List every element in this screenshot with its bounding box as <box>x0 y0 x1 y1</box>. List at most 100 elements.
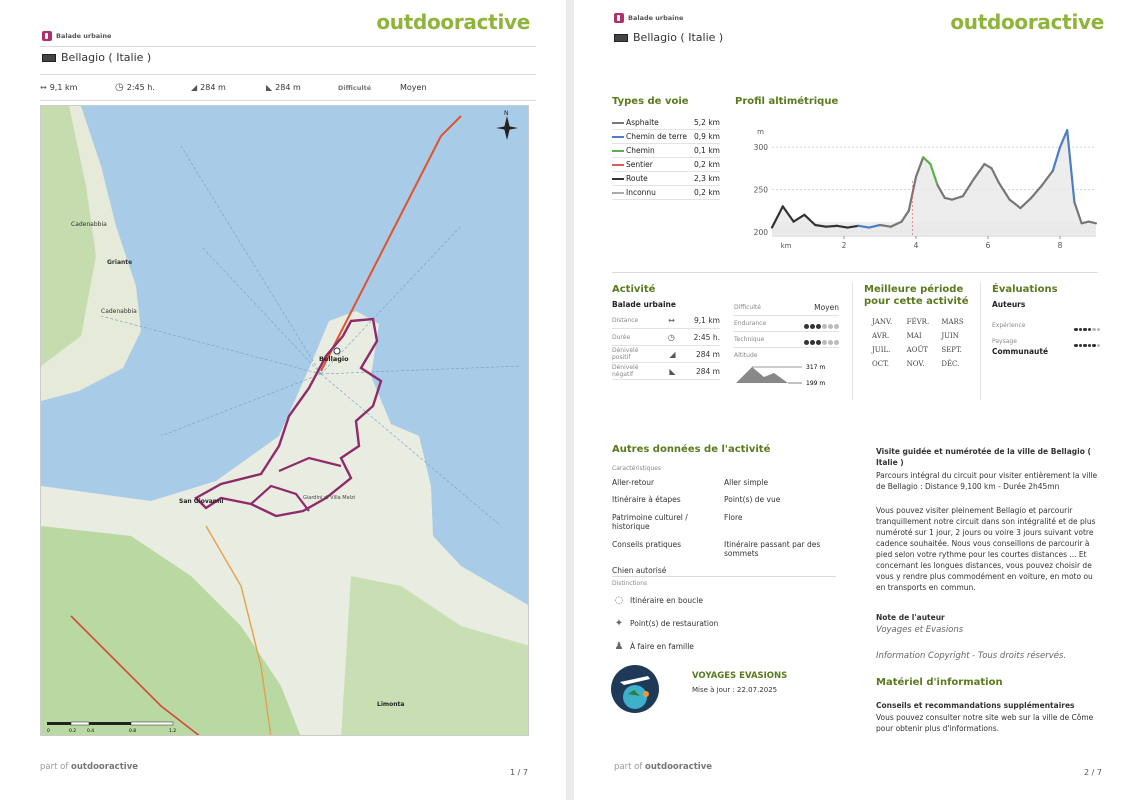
other-heading: Autres données de l'activité <box>612 444 771 455</box>
activity-type: Balade urbaine <box>612 300 676 309</box>
types-table: Asphalte 5,2 km Chemin de terre 0,9 km Chemi… <box>612 116 720 200</box>
rating-dot <box>1087 327 1091 331</box>
season-heading: Meilleure période pour cette activité <box>864 284 969 307</box>
rating-dot <box>828 340 833 345</box>
characteristics-grid: Aller-retour Aller simple Itinéraire à éta… <box>612 478 836 576</box>
difficulty-block: Difficulté Moyen Endurance Technique Alti… <box>734 300 839 397</box>
divider <box>40 46 536 47</box>
svg-text:1.2: 1.2 <box>169 728 176 734</box>
x-axis-label: km <box>781 242 792 250</box>
x-tick-label: 8 <box>1058 241 1063 250</box>
characteristic-item: Itinéraire à étapes <box>612 495 681 505</box>
characteristic-item: Flore <box>724 512 743 522</box>
type-swatch <box>612 122 624 124</box>
svg-text:N: N <box>504 110 509 117</box>
page-title: Bellagio ( Italie ) <box>614 31 723 44</box>
svg-text:0: 0 <box>47 728 50 734</box>
rating-dot <box>810 340 815 345</box>
month-label: DÉC. <box>941 360 960 368</box>
rating-dot <box>810 324 815 329</box>
characteristic-item: Patrimoine culturel / historique <box>612 512 688 532</box>
activity-icon: ◷ <box>667 332 675 342</box>
svg-text:0.2: 0.2 <box>69 728 76 734</box>
activity-heading: Activité <box>612 284 656 295</box>
profile-heading: Profil altimétrique <box>735 96 839 107</box>
rating-dot <box>1092 343 1096 347</box>
characteristic-item: Chien autorisé <box>612 566 667 576</box>
ratings-authors: Auteurs <box>992 300 1026 309</box>
start-marker[interactable] <box>333 347 341 355</box>
svg-text:0.4: 0.4 <box>87 728 94 734</box>
author-avatar[interactable] <box>610 664 660 714</box>
month-label: OCT. <box>872 360 889 368</box>
loop-icon: ◌ <box>614 595 624 606</box>
type-swatch <box>612 178 624 180</box>
page-1: Balade urbaine outdooractive Bellagio ( … <box>0 0 566 800</box>
svg-text:317 m: 317 m <box>806 364 825 371</box>
elevation-segment <box>824 224 838 228</box>
walker-icon <box>42 31 52 41</box>
description-intro: Parcours intégral du circuit pour visite… <box>876 471 1098 491</box>
rating-dot <box>1074 343 1078 347</box>
updated-date: Mise à jour : 22.07.2025 <box>692 686 778 694</box>
route-map[interactable]: Cadenabbia Griante Cadenabbia Bellagio S… <box>40 105 529 736</box>
family-icon: ♟ <box>614 641 624 652</box>
label-griante: Griante <box>107 259 132 266</box>
author-name[interactable]: VOYAGES EVASIONS <box>692 671 787 681</box>
rating-dot <box>1078 327 1082 331</box>
walker-icon <box>614 13 624 23</box>
month-label: AVR. <box>872 332 890 340</box>
tips-title: Conseils et recommandations supplémentai… <box>876 701 1075 710</box>
characteristic-item: Conseils pratiques <box>612 539 682 549</box>
y-tick-label: 200 <box>754 228 769 237</box>
rating-dot <box>834 324 839 329</box>
type-row: Asphalte 5,2 km <box>612 116 720 130</box>
type-swatch <box>612 150 624 152</box>
label-cadenabbia-lower: Cadenabbia <box>101 308 137 315</box>
brand-logo[interactable]: outdooractive <box>376 10 530 34</box>
footer: part of outdooractive <box>40 762 138 772</box>
stat-duration: ◷ 2:45 h. <box>115 82 155 93</box>
svg-text:0.8: 0.8 <box>129 728 136 734</box>
divider <box>612 272 1098 273</box>
difficulty-value: Moyen <box>400 83 427 92</box>
clock-icon: ◷ <box>115 82 124 93</box>
author-note-label: Note de l'auteur <box>876 613 945 622</box>
page-2: Balade urbaine outdooractive Bellagio ( … <box>574 0 1140 800</box>
category-label: Balade urbaine <box>614 13 683 23</box>
svg-text:199 m: 199 m <box>806 380 825 387</box>
label-villa: Giardini di Villa Melzi <box>303 495 355 501</box>
author-note: Voyages et Evasions <box>876 625 964 635</box>
divider <box>980 282 981 400</box>
month-label: JANV. <box>872 318 893 326</box>
activity-icon: ◣ <box>669 366 676 376</box>
stat-ascent: ◢ 284 m <box>191 83 226 92</box>
activity-icon: ↔ <box>668 315 675 325</box>
activity-row: Durée ◷ 2:45 h. <box>612 329 720 346</box>
activity-row: Dénivelé positif ◢ 284 m <box>612 347 720 363</box>
month-label: FÉVR. <box>906 318 930 326</box>
distance-icon: ↔ <box>40 83 47 92</box>
rating-dot <box>822 324 827 329</box>
month-label: JUIL. <box>872 346 891 354</box>
y-tick-label: 300 <box>754 143 769 152</box>
y-tick-label: 250 <box>754 185 769 194</box>
divider <box>612 576 836 577</box>
x-tick-label: 6 <box>986 241 991 250</box>
map-canvas: Cadenabbia Griante Cadenabbia Bellagio S… <box>41 106 528 735</box>
distinction-item: ♟ À faire en famille <box>612 641 694 652</box>
rating-dot <box>816 340 821 345</box>
divider <box>40 74 536 75</box>
characteristic-item: Aller-retour <box>612 478 655 487</box>
rating-dot <box>804 324 809 329</box>
brand-logo[interactable]: outdooractive <box>950 10 1104 34</box>
activity-row: Distance ↔ 9,1 km <box>612 312 720 329</box>
activity-row: Dénivelé négatif ◣ 284 m <box>612 364 720 380</box>
type-swatch <box>612 192 624 194</box>
characteristic-item: Point(s) de vue <box>724 495 781 505</box>
months-grid: JANV. FÉVR. MARS AVR. MAI JUIN JUIL. AOÛT SEPT. O… <box>872 318 976 368</box>
description-title: Visite guidée et numérotée de la ville d… <box>876 447 1091 467</box>
elevation-chart: 200 250 300 m 2 4 6 8 km <box>754 128 1098 250</box>
page-number: 2 / 7 <box>1084 768 1102 777</box>
type-row: Route 2,3 km <box>612 171 720 186</box>
